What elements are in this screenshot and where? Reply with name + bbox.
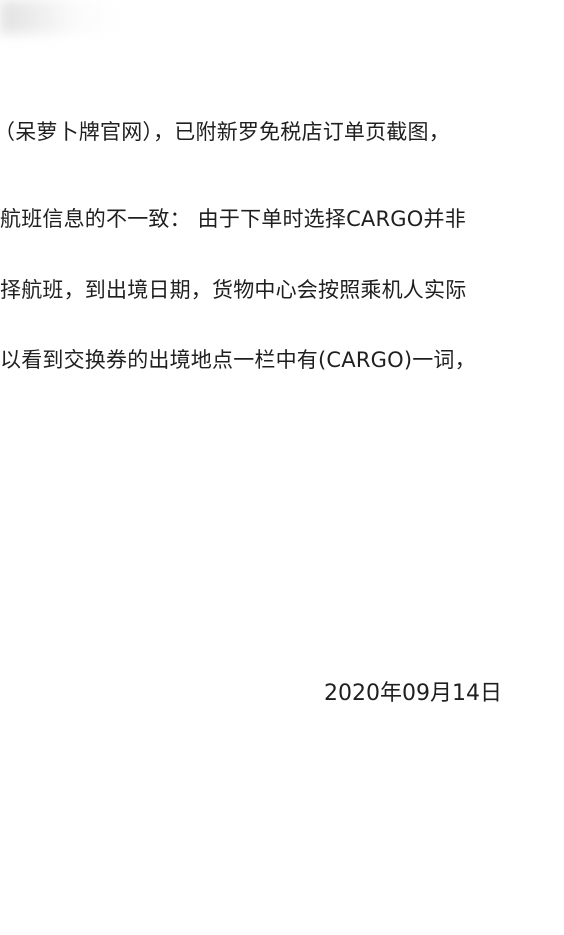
document-date: 2020年09月14日: [324, 681, 502, 706]
document-line-1: （呆萝卜牌官网），已附新罗免税店订单页截图，: [0, 120, 450, 144]
document-line-3: 择航班，到出境日期，货物中心会按照乘机人实际: [0, 278, 467, 302]
document-line-2: 航班信息的不一致： 由于下单时选择CARGO并非: [0, 207, 466, 231]
document-line-4: 以看到交换券的出境地点一栏中有(CARGO)一词，: [0, 348, 476, 372]
scan-shadow: [0, 0, 120, 34]
